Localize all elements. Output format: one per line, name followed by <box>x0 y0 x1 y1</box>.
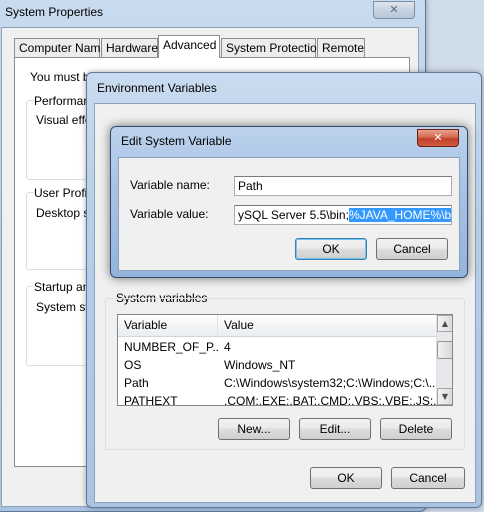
list-scrollbar[interactable]: ▲ ▼ <box>436 315 452 405</box>
column-header-variable[interactable]: Variable <box>118 315 218 336</box>
scroll-thumb[interactable] <box>437 341 452 359</box>
edit-dialog-title: Edit System Variable <box>121 134 232 148</box>
cell-variable: OS <box>124 358 142 372</box>
close-icon: ✕ <box>433 131 443 144</box>
variable-value-label: Variable value: <box>130 207 209 221</box>
variable-value-text: ySQL Server 5.5\bin; <box>238 208 349 222</box>
tab-remote[interactable]: Remote <box>317 38 365 57</box>
edit-cancel-button[interactable]: Cancel <box>376 238 448 260</box>
cell-value: Windows_NT <box>224 358 296 372</box>
scroll-up-icon[interactable]: ▲ <box>437 315 452 332</box>
tab-advanced[interactable]: Advanced <box>158 35 220 58</box>
tab-label: Computer Name <box>19 41 108 55</box>
tab-label: System Protection <box>226 41 324 55</box>
table-row[interactable]: PATHEXT .COM;.EXE;.BAT;.CMD;.VBS;.VBE;.J… <box>118 392 452 406</box>
cell-variable: NUMBER_OF_P... <box>124 340 218 354</box>
tab-label: Hardware <box>106 41 159 55</box>
scroll-down-icon[interactable]: ▼ <box>437 388 452 405</box>
tab-hardware[interactable]: Hardware <box>101 38 158 57</box>
tab-label: Remote <box>322 41 365 55</box>
environment-variables-title: Environment Variables <box>97 81 217 95</box>
system-properties-title: System Properties <box>5 5 104 19</box>
list-header: Variable Value <box>118 315 452 337</box>
variable-name-field[interactable]: Path <box>234 176 452 196</box>
variable-name-value: Path <box>238 179 263 193</box>
table-row[interactable]: NUMBER_OF_P... 4 <box>118 338 452 356</box>
env-cancel-button[interactable]: Cancel <box>391 467 465 489</box>
edit-variable-button[interactable]: Edit... <box>299 418 371 440</box>
edit-ok-button[interactable]: OK <box>295 238 367 260</box>
edit-dialog-close-button[interactable]: ✕ <box>417 129 459 147</box>
system-properties-close-button[interactable]: ✕ <box>373 1 415 19</box>
cell-variable: PATHEXT <box>124 394 178 406</box>
close-icon: ✕ <box>389 3 399 16</box>
cell-value: .COM;.EXE;.BAT;.CMD;.VBS;.VBE;.JS;... <box>224 394 436 406</box>
system-variables-list[interactable]: Variable Value NUMBER_OF_P... 4 OS Windo… <box>117 314 453 406</box>
new-variable-button[interactable]: New... <box>218 418 290 440</box>
variable-value-selection: %JAVA_HOME%\bin; <box>348 208 451 222</box>
cell-value: 4 <box>224 340 231 354</box>
env-ok-button[interactable]: OK <box>310 467 382 489</box>
delete-variable-button[interactable]: Delete <box>380 418 452 440</box>
variable-name-label: Variable name: <box>130 178 210 192</box>
tab-computer-name[interactable]: Computer Name <box>14 38 107 57</box>
table-row[interactable]: OS Windows_NT <box>118 356 452 374</box>
column-header-value[interactable]: Value <box>218 315 436 336</box>
tab-label: Advanced <box>163 38 217 52</box>
table-row[interactable]: Path C:\Windows\system32;C:\Windows;C:\.… <box>118 374 452 392</box>
variable-value-field[interactable]: ySQL Server 5.5\bin;%JAVA_HOME%\bin; <box>234 205 452 225</box>
cell-value: C:\Windows\system32;C:\Windows;C:\... <box>224 376 436 390</box>
cell-variable: Path <box>124 376 149 390</box>
tab-system-protection[interactable]: System Protection <box>221 38 323 57</box>
